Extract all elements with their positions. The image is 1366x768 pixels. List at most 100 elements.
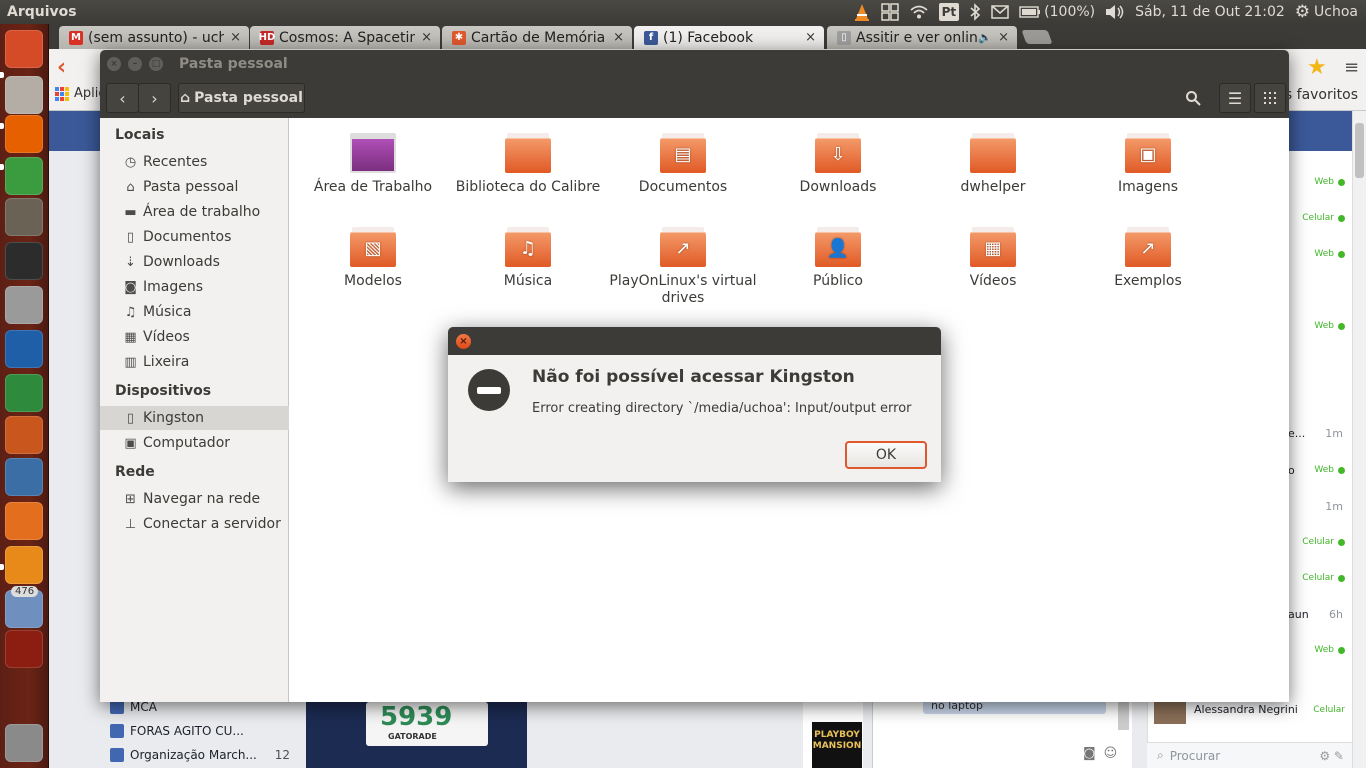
software-center-launcher-icon[interactable] [5, 502, 43, 540]
sidebar-item[interactable]: ◷ Recentes [100, 150, 289, 174]
keyboard-layout-indicator[interactable]: Pt [938, 3, 960, 21]
folder-item[interactable]: ⇩ Downloads [763, 133, 913, 196]
sidebar-item[interactable]: ▥ Lixeira [100, 350, 289, 374]
close-icon[interactable]: × [456, 334, 471, 349]
inkscape-launcher-icon[interactable] [5, 242, 43, 280]
list-icon: ☰ [1227, 88, 1243, 108]
session-menu[interactable]: ⚙ Uchoa [1295, 2, 1358, 22]
mail-icon[interactable] [991, 5, 1009, 19]
app-menu-title[interactable]: Arquivos [0, 4, 77, 20]
firefox-launcher-icon[interactable] [5, 115, 43, 153]
back-arrow-icon[interactable]: ‹ [57, 55, 66, 80]
folder-item[interactable]: ♫ Música [453, 227, 603, 290]
folder-item[interactable]: ▤ Documentos [608, 133, 758, 196]
sidebar-item[interactable]: ▦ Vídeos [100, 325, 289, 349]
camera-icon[interactable]: ◙ [1083, 746, 1096, 761]
sidebar-item-label: Navegar na rede [143, 491, 261, 507]
new-tab-button[interactable] [1021, 30, 1053, 44]
browser-menu-icon[interactable]: ≡ [1344, 57, 1359, 78]
folder-item[interactable]: ▧ Modelos [298, 227, 448, 290]
close-icon[interactable]: × [613, 30, 624, 45]
sidebar-item[interactable]: ▯ Kingston [100, 406, 289, 430]
window-titlebar[interactable]: × – □ Pasta pessoal [100, 50, 1289, 78]
battery-indicator[interactable]: (100%) [1019, 4, 1095, 20]
browser-tab[interactable]: M (sem assunto) - uchoa × [59, 26, 249, 49]
folder-item[interactable]: dwhelper [918, 133, 1068, 196]
minimize-icon[interactable]: – [128, 57, 142, 71]
forward-button[interactable]: › [138, 83, 171, 113]
chevron-left-icon: ‹ [119, 88, 126, 108]
sidebar-item[interactable]: ▣ Computador [100, 431, 289, 455]
folder-item[interactable]: Área de Trabalho [298, 133, 448, 196]
system-monitor-launcher-icon[interactable] [5, 458, 43, 496]
installer-launcher-icon[interactable] [5, 286, 43, 324]
sidebar-item[interactable]: ◙ Imagens [100, 275, 289, 299]
sidebar-item[interactable]: ⊥ Conectar a servidor [100, 512, 289, 536]
folder-item[interactable]: ↗ PlayOnLinux's virtual drives [608, 227, 758, 307]
back-button[interactable]: ‹ [106, 83, 139, 113]
dialog-titlebar[interactable]: × [448, 327, 941, 355]
folder-item[interactable]: ▣ Imagens [1073, 133, 1223, 196]
chrome-launcher-icon[interactable] [5, 157, 43, 195]
browser-tab[interactable]: ✱ Cartão de Memória Sa × [442, 26, 632, 49]
sidebar-item[interactable]: ⊞ Navegar na rede [100, 487, 289, 511]
ok-button[interactable]: OK [845, 441, 927, 469]
close-icon[interactable]: × [230, 30, 241, 45]
browser-tab[interactable]: HDCosmos: A Spacetime × [250, 26, 440, 49]
wifi-icon[interactable] [909, 4, 929, 20]
chat-contact[interactable]: Alessandra Negrini Celular [1152, 700, 1352, 726]
dash-home-launcher-icon[interactable] [5, 30, 43, 68]
chat-search[interactable]: ⌕ Procurar ⚙ ✎ [1147, 742, 1352, 768]
writer-launcher-icon[interactable] [5, 330, 43, 368]
film-icon: ▦ [124, 329, 137, 345]
left-nav-item[interactable]: Organização March... 12 [110, 743, 290, 767]
browser-tab[interactable]: f (1) Facebook × [634, 26, 824, 49]
path-bar-home-button[interactable]: ⌂ Pasta pessoal [178, 83, 305, 113]
calc-launcher-icon[interactable] [5, 374, 43, 412]
usb-drive-launcher-icon[interactable] [5, 630, 43, 668]
scrollbar-thumb[interactable] [1355, 123, 1364, 178]
folder-item[interactable]: ↗ Exemplos [1073, 227, 1223, 290]
workspace-switcher-icon[interactable] [880, 3, 899, 21]
trash-launcher-icon[interactable] [5, 724, 43, 762]
vlc-launcher-icon[interactable] [5, 546, 43, 584]
bookmark-apps[interactable]: Aplic [55, 86, 106, 101]
page-scrollbar[interactable] [1352, 111, 1366, 768]
bookmark-star-icon[interactable]: ★ [1307, 55, 1327, 80]
emoji-icon[interactable]: ☺ [1104, 746, 1118, 761]
close-icon[interactable]: × [998, 30, 1009, 45]
sidebar-item[interactable]: ▬ Área de trabalho [100, 200, 289, 224]
files-launcher-icon[interactable] [5, 76, 43, 114]
folder-item[interactable]: 👤 Público [763, 227, 913, 290]
folder-label: Modelos [344, 273, 402, 289]
impress-launcher-icon[interactable] [5, 416, 43, 454]
gimp-launcher-icon[interactable] [5, 198, 43, 236]
folder-label: Exemplos [1114, 273, 1182, 289]
close-icon[interactable]: × [107, 57, 121, 71]
grid-view-button[interactable] [1254, 83, 1286, 113]
list-view-button[interactable]: ☰ [1219, 83, 1251, 113]
bluetooth-icon[interactable] [969, 3, 981, 21]
contact-status: Celular [1302, 537, 1345, 547]
close-icon[interactable]: × [421, 30, 432, 45]
browser-tab[interactable]: ▯ Assitir e ver online 🔈 × [827, 26, 1017, 49]
sidebar-item[interactable]: ▯ Documentos [100, 225, 289, 249]
sidebar-item[interactable]: ⇣ Downloads [100, 250, 289, 274]
updates-launcher-icon[interactable]: 476 [5, 586, 43, 628]
left-nav-item[interactable]: FORAS AGITO CU... [110, 719, 290, 743]
sidebar-item[interactable]: ♫ Música [100, 300, 289, 324]
maximize-icon[interactable]: □ [149, 57, 163, 71]
feed-photo[interactable]: 5939 GATORADE [306, 702, 527, 768]
chat-thumbnail[interactable]: PLAYBOY MANSION [812, 722, 862, 768]
server-icon: ⊥ [124, 516, 137, 532]
folder-item[interactable]: Biblioteca do Calibre [453, 133, 603, 196]
sidebar-item[interactable]: ⌂ Pasta pessoal [100, 175, 289, 199]
search-button[interactable] [1177, 83, 1209, 113]
folder-item[interactable]: ▦ Vídeos [918, 227, 1068, 290]
chat-scrollbar[interactable] [1118, 700, 1129, 730]
close-icon[interactable]: × [805, 30, 816, 45]
volume-icon[interactable] [1105, 4, 1125, 20]
vlc-indicator-icon[interactable] [853, 3, 871, 21]
clock[interactable]: Sáb, 11 de Out 21:02 [1135, 4, 1285, 20]
gear-icon[interactable]: ⚙ ✎ [1319, 749, 1344, 763]
